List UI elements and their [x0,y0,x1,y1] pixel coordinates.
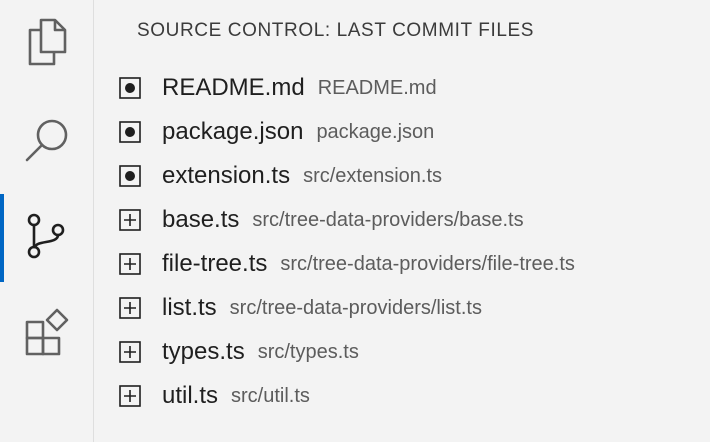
activity-search[interactable] [0,98,94,186]
file-path: src/tree-data-providers/base.ts [252,208,524,231]
file-path: README.md [317,76,437,99]
activity-extensions[interactable] [0,290,94,378]
file-name: package.json [162,118,304,145]
file-name: file-tree.ts [162,250,268,277]
file-path: src/tree-data-providers/list.ts [229,296,482,319]
file-name: list.ts [162,294,217,321]
file-list: README.md README.md package.json package… [95,66,710,418]
activity-explorer[interactable] [0,0,94,88]
file-path: src/tree-data-providers/file-tree.ts [280,252,575,275]
file-row-extension-ts[interactable]: extension.ts src/extension.ts [95,154,710,198]
activity-source-control[interactable] [0,194,94,282]
source-control-icon [21,210,73,267]
file-path: package.json [316,120,435,143]
file-path: src/extension.ts [303,164,443,187]
modified-dot-icon [119,121,141,143]
files-icon [21,16,73,73]
added-plus-icon [119,297,141,319]
added-plus-icon [119,385,141,407]
activity-bar [0,0,94,442]
panel-title: SOURCE CONTROL: LAST COMMIT FILES [137,20,535,41]
file-row-file-tree-ts[interactable]: file-tree.ts src/tree-data-providers/fil… [95,242,710,286]
file-row-package-json[interactable]: package.json package.json [95,110,710,154]
extensions-icon [21,306,73,363]
added-plus-icon [119,209,141,231]
added-plus-icon [119,341,141,363]
file-name: base.ts [162,206,240,233]
file-row-types-ts[interactable]: types.ts src/types.ts [95,330,710,374]
file-path: src/types.ts [257,340,359,363]
file-name: extension.ts [162,162,291,189]
added-plus-icon [119,253,141,275]
file-row-util-ts[interactable]: util.ts src/util.ts [95,374,710,418]
file-row-list-ts[interactable]: list.ts src/tree-data-providers/list.ts [95,286,710,330]
source-control-panel: SOURCE CONTROL: LAST COMMIT FILES README… [95,0,710,442]
file-name: util.ts [162,382,219,409]
file-name: types.ts [162,338,245,365]
modified-dot-icon [119,165,141,187]
search-icon [21,114,73,171]
file-row-readme[interactable]: README.md README.md [95,66,710,110]
vscode-window: SOURCE CONTROL: LAST COMMIT FILES README… [0,0,710,442]
modified-dot-icon [119,77,141,99]
file-row-base-ts[interactable]: base.ts src/tree-data-providers/base.ts [95,198,710,242]
file-path: src/util.ts [231,384,310,407]
file-name: README.md [162,74,305,101]
